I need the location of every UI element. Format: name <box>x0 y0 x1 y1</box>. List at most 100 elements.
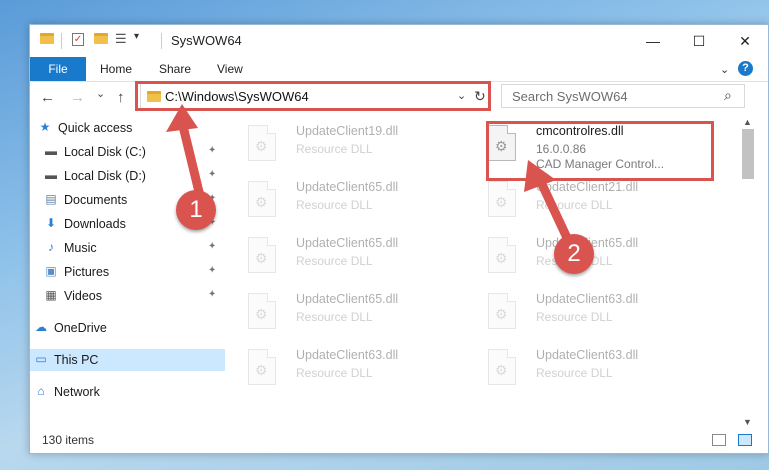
file-name: UpdateClient63.dll <box>536 348 639 362</box>
pin-icon[interactable]: ✦ <box>208 241 216 252</box>
pin-icon[interactable]: ✦ <box>208 289 216 300</box>
tab-share[interactable]: Share <box>159 57 191 81</box>
close-button[interactable]: ✕ <box>722 25 768 57</box>
sidebar-item[interactable]: ♪ Music ✦ <box>30 237 225 259</box>
sidebar-item-label: This PC <box>54 353 99 367</box>
sidebar-item[interactable]: ☁ OneDrive <box>30 317 225 339</box>
gear-icon: ⚙ <box>255 362 268 378</box>
details-view-icon[interactable] <box>712 434 726 446</box>
sidebar-item[interactable]: ▦ Videos ✦ <box>30 285 225 307</box>
file-description: Resource DLL <box>296 310 373 324</box>
divider <box>61 33 62 49</box>
large-icons-view-icon[interactable] <box>738 434 752 446</box>
ribbon: File Home Share View ⌄ ? <box>30 57 768 82</box>
maximize-button[interactable]: ☐ <box>676 25 722 57</box>
chevron-down-icon[interactable]: ▾ <box>134 31 139 42</box>
drive-icon: ▬ <box>45 144 57 158</box>
forward-icon[interactable]: → <box>70 89 85 106</box>
sidebar-item[interactable]: ▬ Local Disk (D:) ✦ <box>30 165 225 187</box>
up-icon[interactable]: ↑ <box>117 89 125 106</box>
file-description: Resource DLL <box>296 198 373 212</box>
help-icon[interactable]: ? <box>738 61 753 76</box>
gear-icon: ⚙ <box>495 362 508 378</box>
document-icon: ▤ <box>45 192 57 206</box>
file-description: Resource DLL <box>536 310 613 324</box>
sidebar-item-label: Videos <box>64 289 102 303</box>
callout-2: 2 <box>554 234 594 274</box>
file-item[interactable]: ⚙ UpdateClient65.dll Resource DLL <box>226 177 456 221</box>
sidebar-item[interactable]: ▬ Local Disk (C:) ✦ <box>30 141 225 163</box>
file-item[interactable]: ⚙ UpdateClient65.dll Resource DLL <box>226 289 456 333</box>
search-input[interactable]: Search SysWOW64 <box>512 89 628 104</box>
dll-file-icon: ⚙ <box>488 293 516 329</box>
cloud-icon: ☁ <box>35 320 47 334</box>
search-icon[interactable]: ⌕ <box>724 87 732 104</box>
gear-icon: ⚙ <box>495 194 508 210</box>
divider <box>161 33 162 49</box>
file-name: UpdateClient65.dll <box>296 236 399 250</box>
dll-file-icon: ⚙ <box>248 349 276 385</box>
gear-icon: ⚙ <box>495 306 508 322</box>
search-box[interactable]: Search SysWOW64 ⌕ <box>501 84 745 108</box>
properties-icon[interactable]: ✓ <box>72 33 84 46</box>
pin-icon[interactable]: ✦ <box>208 265 216 276</box>
window-title: SysWOW64 <box>171 33 242 48</box>
dll-file-icon: ⚙ <box>248 125 276 161</box>
star-icon: ★ <box>39 120 51 134</box>
sidebar-item[interactable]: ★ Quick access <box>30 117 225 139</box>
gear-icon: ⚙ <box>255 138 268 154</box>
explorer-window: ✓ ☰ ▾ SysWOW64 — ☐ ✕ File Home Share Vie… <box>29 24 769 454</box>
customize-icon[interactable]: ☰ <box>115 31 127 47</box>
sidebar-item-label: Downloads <box>64 217 126 231</box>
sidebar-item-label: Network <box>54 385 100 399</box>
sidebar-item-label: Quick access <box>58 121 133 135</box>
file-description: Resource DLL <box>296 366 373 380</box>
gear-icon: ⚙ <box>495 250 508 266</box>
file-item[interactable]: ⚙ UpdateClient65.dll Resource DLL <box>226 233 456 277</box>
back-icon[interactable]: ← <box>40 89 55 106</box>
dll-file-icon: ⚙ <box>488 237 516 273</box>
tab-view[interactable]: View <box>217 57 243 81</box>
file-highlight-box <box>486 121 714 181</box>
sidebar-item-label: Pictures <box>64 265 110 279</box>
new-folder-icon[interactable] <box>94 33 108 44</box>
file-description: Resource DLL <box>296 142 373 156</box>
file-item[interactable]: ⚙ UpdateClient63.dll Resource DLL <box>466 289 696 333</box>
tab-home[interactable]: Home <box>100 57 132 81</box>
sidebar-item[interactable]: ▭ This PC <box>30 349 225 371</box>
file-name: UpdateClient65.dll <box>296 180 399 194</box>
gear-icon: ⚙ <box>255 250 268 266</box>
tab-file[interactable]: File <box>30 57 86 81</box>
sidebar-item-label: Music <box>64 241 97 255</box>
dll-file-icon: ⚙ <box>248 293 276 329</box>
scroll-up-icon[interactable]: ▲ <box>743 117 752 127</box>
address-highlight-box <box>135 81 491 111</box>
file-item[interactable]: ⚙ UpdateClient19.dll Resource DLL <box>226 121 456 165</box>
collapse-ribbon-icon[interactable]: ⌄ <box>720 63 729 76</box>
item-count: 130 items <box>42 433 95 447</box>
scroll-down-icon[interactable]: ▼ <box>743 417 752 427</box>
dll-file-icon: ⚙ <box>248 181 276 217</box>
file-name: UpdateClient21.dll <box>536 180 639 194</box>
sidebar-item[interactable]: ▣ Pictures ✦ <box>30 261 225 283</box>
recent-locations-icon[interactable]: ⌄ <box>96 87 105 100</box>
gear-icon: ⚙ <box>255 306 268 322</box>
scroll-thumb[interactable] <box>742 129 754 179</box>
file-item[interactable]: ⚙ UpdateClient21.dll Resource DLL <box>466 177 696 221</box>
sidebar-item-label: OneDrive <box>54 321 107 335</box>
folder-icon <box>40 33 54 44</box>
vertical-scrollbar[interactable]: ▲ ▼ <box>739 117 757 429</box>
file-name: UpdateClient63.dll <box>536 292 639 306</box>
music-icon: ♪ <box>48 240 54 254</box>
file-item[interactable]: ⚙ UpdateClient63.dll Resource DLL <box>226 345 456 389</box>
pin-icon[interactable]: ✦ <box>208 169 216 180</box>
file-description: Resource DLL <box>296 254 373 268</box>
dll-file-icon: ⚙ <box>488 181 516 217</box>
sidebar-item[interactable]: ⌂ Network <box>30 381 225 403</box>
file-item[interactable]: ⚙ UpdateClient63.dll Resource DLL <box>466 345 696 389</box>
pin-icon[interactable]: ✦ <box>208 145 216 156</box>
picture-icon: ▣ <box>45 264 57 278</box>
video-icon: ▦ <box>45 288 57 302</box>
network-icon: ⌂ <box>37 384 45 398</box>
minimize-button[interactable]: — <box>630 25 676 57</box>
